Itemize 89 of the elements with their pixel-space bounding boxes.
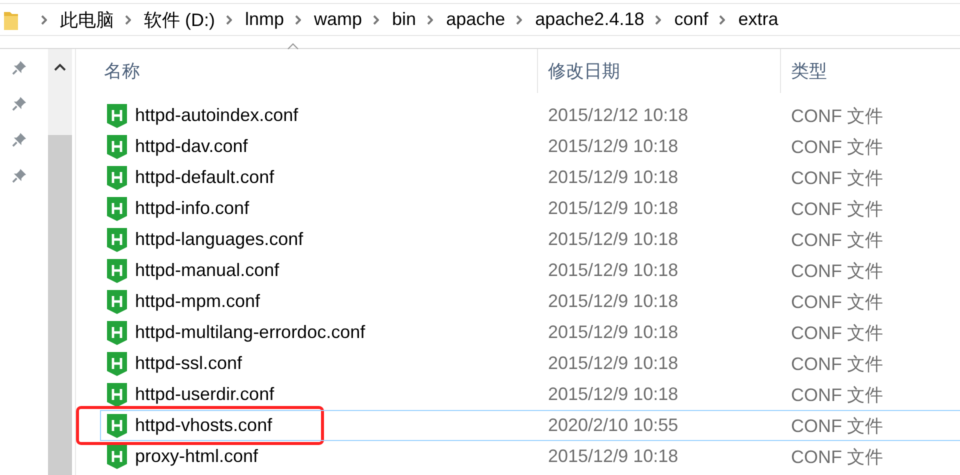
file-type: CONF 文件 bbox=[790, 136, 884, 158]
file-name: proxy-html.conf bbox=[135, 446, 258, 467]
file-name: httpd-manual.conf bbox=[135, 260, 280, 281]
breadcrumb-item[interactable]: 软件 (D:) bbox=[144, 8, 215, 32]
file-type: CONF 文件 bbox=[790, 104, 884, 128]
file-icon bbox=[107, 104, 127, 128]
file-row[interactable]: httpd-autoindex.conf 2015/12/12 10:18 CONF 文件 bbox=[100, 100, 960, 131]
file-name: httpd-vhosts.conf bbox=[135, 415, 272, 436]
breadcrumb-item[interactable]: conf bbox=[674, 9, 708, 30]
chevron-icon bbox=[373, 14, 380, 24]
file-type: CONF 文件 bbox=[790, 260, 884, 282]
scrollbar-thumb[interactable] bbox=[48, 135, 72, 475]
file-type: CONF 文件 bbox=[790, 352, 884, 376]
file-row[interactable]: httpd-ssl.conf 2015/12/9 10:18 CONF 文件 bbox=[100, 348, 960, 379]
file-row[interactable]: httpd-userdir.conf 2015/12/9 10:18 CONF 文件 bbox=[100, 379, 960, 410]
file-name: httpd-userdir.conf bbox=[135, 384, 274, 405]
file-type: CONF 文件 bbox=[790, 384, 884, 406]
column-header[interactable]: 名称 bbox=[104, 59, 140, 83]
pin-icon[interactable] bbox=[12, 132, 27, 147]
modified-date: 2015/12/9 10:18 bbox=[547, 353, 680, 374]
file-row[interactable]: httpd-default.conf 2015/12/9 10:18 CONF 文件 bbox=[100, 162, 960, 193]
file-type: CONF 文件 bbox=[790, 290, 884, 314]
chevron-icon bbox=[655, 14, 662, 24]
file-row[interactable]: httpd-multilang-errordoc.conf 2015/12/9 10:18 CONF 文件 bbox=[100, 317, 960, 348]
file-row[interactable]: httpd-manual.conf 2015/12/9 10:18 CONF 文件 bbox=[100, 255, 960, 286]
modified-date: 2015/12/9 10:18 bbox=[547, 446, 680, 467]
pin-icon[interactable] bbox=[12, 168, 27, 183]
modified-date: 2015/12/9 10:18 bbox=[547, 167, 680, 188]
breadcrumb-item[interactable]: apache2.4.18 bbox=[535, 9, 644, 30]
chevron-icon bbox=[719, 14, 726, 24]
file-icon bbox=[107, 352, 127, 376]
chevron-icon bbox=[226, 14, 232, 24]
column-header[interactable]: 类型 bbox=[780, 49, 960, 93]
file-icon bbox=[107, 166, 127, 190]
breadcrumb-item[interactable]: apache bbox=[446, 9, 506, 30]
modified-date: 2015/12/9 10:18 bbox=[547, 322, 680, 343]
file-icon bbox=[107, 382, 127, 406]
file-icon bbox=[107, 320, 127, 344]
column-header[interactable]: 修改日期 bbox=[537, 49, 780, 93]
file-icon bbox=[107, 258, 127, 282]
file-type: CONF 文件 bbox=[790, 446, 884, 468]
file-name: httpd-dav.conf bbox=[135, 136, 248, 157]
file-name: httpd-mpm.conf bbox=[135, 291, 260, 312]
modified-date: 2015/12/9 10:18 bbox=[547, 136, 680, 157]
file-row[interactable]: proxy-html.conf 2015/12/9 10:18 CONF 文件 bbox=[100, 441, 960, 472]
file-icon bbox=[107, 414, 127, 438]
modified-date: 2015/12/9 10:18 bbox=[547, 291, 680, 312]
modified-date: 2015/12/9 10:18 bbox=[547, 198, 680, 219]
breadcrumb-item[interactable]: extra bbox=[738, 9, 778, 30]
modified-date: 2015/12/9 10:18 bbox=[547, 384, 680, 405]
file-row[interactable]: httpd-mpm.conf 2015/12/9 10:18 CONF 文件 bbox=[100, 286, 960, 317]
file-name: httpd-autoindex.conf bbox=[135, 105, 298, 126]
chevron-icon bbox=[427, 14, 434, 24]
file-row[interactable]: httpd-vhosts.conf 2020/2/10 10:55 CONF 文件 bbox=[100, 410, 960, 441]
file-icon bbox=[107, 228, 127, 252]
modified-date: 2015/12/12 10:18 bbox=[547, 105, 690, 126]
file-icon bbox=[107, 444, 127, 468]
chevron-icon bbox=[516, 14, 522, 24]
file-name: httpd-languages.conf bbox=[135, 229, 304, 250]
file-name: httpd-info.conf bbox=[135, 198, 250, 219]
breadcrumb-item[interactable]: bin bbox=[392, 9, 416, 30]
chevron-icon bbox=[41, 14, 47, 24]
modified-date: 2020/2/10 10:55 bbox=[547, 415, 680, 436]
chevron-icon bbox=[295, 14, 302, 24]
modified-date: 2015/12/9 10:18 bbox=[547, 229, 680, 250]
pin-icon[interactable] bbox=[12, 96, 27, 111]
file-name: httpd-default.conf bbox=[135, 167, 274, 188]
file-type: CONF 文件 bbox=[790, 322, 884, 344]
file-type: CONF 文件 bbox=[790, 228, 884, 252]
breadcrumb-item[interactable]: wamp bbox=[314, 9, 362, 30]
folder-icon bbox=[4, 10, 18, 30]
file-icon bbox=[107, 134, 127, 158]
file-icon bbox=[107, 290, 127, 314]
file-type: CONF 文件 bbox=[790, 414, 884, 438]
file-type: CONF 文件 bbox=[790, 198, 884, 220]
file-row[interactable]: httpd-info.conf 2015/12/9 10:18 CONF 文件 bbox=[100, 193, 960, 224]
file-name: httpd-ssl.conf bbox=[135, 353, 242, 374]
file-name: httpd-multilang-errordoc.conf bbox=[135, 322, 366, 343]
file-row[interactable]: httpd-languages.conf 2015/12/9 10:18 CONF 文件 bbox=[100, 224, 960, 255]
file-icon bbox=[107, 196, 127, 220]
modified-date: 2015/12/9 10:18 bbox=[547, 260, 680, 281]
breadcrumb-item[interactable]: lnmp bbox=[245, 9, 284, 30]
chevron-icon bbox=[125, 14, 131, 24]
file-row[interactable]: httpd-dav.conf 2015/12/9 10:18 CONF 文件 bbox=[100, 131, 960, 162]
breadcrumb-item[interactable]: 此电脑 bbox=[60, 8, 114, 32]
pin-icon[interactable] bbox=[12, 60, 27, 75]
scroll-up-icon[interactable] bbox=[54, 63, 66, 71]
scrollbar[interactable] bbox=[48, 49, 72, 475]
file-type: CONF 文件 bbox=[790, 166, 884, 190]
